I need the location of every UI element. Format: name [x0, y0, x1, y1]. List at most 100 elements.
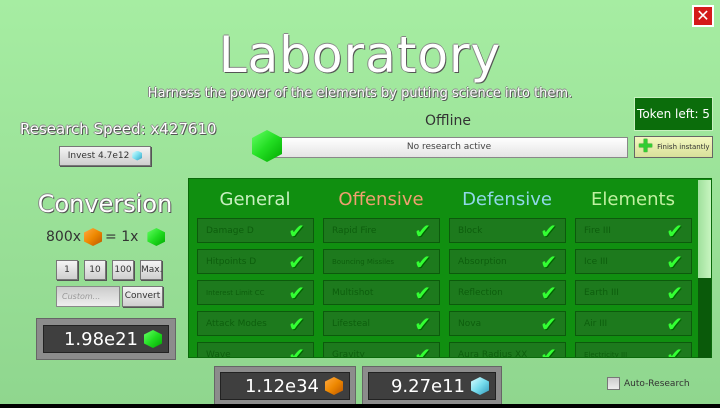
- cyan-balance: 9.27e11: [390, 375, 465, 397]
- research-item[interactable]: Earth III ✔: [575, 280, 692, 305]
- cyan-balance-panel: 9.27e11: [362, 366, 502, 406]
- progress-text: No research active: [406, 142, 492, 152]
- green-balance-panel: 1.98e21: [36, 318, 176, 360]
- research-item-label: Wave: [206, 349, 231, 358]
- conversion-rate: 800x = 1x: [46, 228, 166, 246]
- research-status: Offline: [425, 113, 471, 129]
- rate-to: = 1x: [105, 229, 139, 245]
- green-cube-icon: [144, 330, 162, 348]
- orange-balance: 1.12e34: [244, 375, 319, 397]
- research-item[interactable]: Nova ✔: [449, 311, 566, 336]
- auto-research-checkbox[interactable]: [607, 377, 620, 390]
- research-item-label: Nova: [458, 318, 482, 329]
- research-item-label: Lifesteal: [332, 318, 370, 329]
- finish-instantly-button[interactable]: ✚ Finish instantly: [634, 136, 713, 158]
- research-item-label: Attack Modes: [206, 318, 267, 329]
- research-item[interactable]: Absorption ✔: [449, 249, 566, 274]
- checkmark-icon: ✔: [666, 311, 683, 336]
- crystal-icon: [471, 377, 489, 395]
- checkmark-icon: ✔: [414, 218, 431, 243]
- research-item-label: Aura Radius XX: [458, 349, 528, 358]
- amount-10-button[interactable]: 10: [84, 260, 106, 280]
- orange-cube-icon: [325, 377, 343, 395]
- invest-button[interactable]: Invest 4.7e12: [59, 146, 151, 166]
- checkmark-icon: ✔: [414, 311, 431, 336]
- research-item-label: Air III: [584, 318, 608, 329]
- research-item[interactable]: Aura Radius XX ✔: [449, 342, 566, 358]
- custom-amount-input[interactable]: Custom...: [56, 286, 120, 307]
- amount-1-button[interactable]: 1: [56, 260, 78, 280]
- column-header-defensive: Defensive: [462, 189, 552, 210]
- checkmark-icon: ✔: [288, 218, 305, 243]
- checkmark-icon: ✔: [288, 311, 305, 336]
- green-balance: 1.98e21: [63, 328, 138, 350]
- research-item[interactable]: Ice III ✔: [575, 249, 692, 274]
- auto-research-label: Auto-Research: [624, 378, 690, 389]
- research-item-label: Absorption: [458, 256, 507, 267]
- checkmark-icon: ✔: [540, 280, 557, 305]
- research-item[interactable]: Hitpoints D ✔: [197, 249, 314, 274]
- plus-icon: ✚: [638, 136, 654, 157]
- token-counter: Token left: 5: [634, 97, 713, 131]
- research-grid: General Damage D ✔ Hitpoints D ✔ Interest Lim…: [188, 178, 712, 358]
- column-header-general: General: [219, 189, 291, 210]
- research-item-label: Hitpoints D: [206, 256, 257, 267]
- research-item-label: Fire III: [584, 225, 611, 236]
- research-speed: Research Speed: x427610: [20, 120, 217, 138]
- research-item[interactable]: Attack Modes ✔: [197, 311, 314, 336]
- research-item[interactable]: Lifesteal ✔: [323, 311, 440, 336]
- research-item[interactable]: Gravity ✔: [323, 342, 440, 358]
- research-item[interactable]: Damage D ✔: [197, 218, 314, 243]
- scrollbar-track[interactable]: [698, 278, 711, 358]
- research-item-label: Reflection: [458, 287, 503, 298]
- amount-100-button[interactable]: 100: [112, 260, 134, 280]
- research-item-label: Damage D: [206, 225, 254, 236]
- checkmark-icon: ✔: [666, 280, 683, 305]
- close-button[interactable]: ✕: [692, 5, 714, 27]
- checkmark-icon: ✔: [540, 249, 557, 274]
- research-item-label: Earth III: [584, 287, 619, 298]
- checkmark-icon: ✔: [414, 342, 431, 358]
- checkmark-icon: ✔: [666, 218, 683, 243]
- checkmark-icon: ✔: [666, 249, 683, 274]
- research-item-label: Block: [458, 225, 483, 236]
- research-item[interactable]: Air III ✔: [575, 311, 692, 336]
- checkmark-icon: ✔: [288, 249, 305, 274]
- convert-button[interactable]: Convert: [122, 286, 163, 307]
- crystal-icon: [132, 150, 143, 161]
- amount-max-button[interactable]: Max.: [140, 260, 162, 280]
- research-item-label: Bouncing Missiles: [332, 257, 394, 266]
- column-header-elements: Elements: [591, 189, 675, 210]
- rate-from: 800x: [46, 229, 82, 245]
- bottom-strip: [0, 404, 720, 408]
- research-item[interactable]: Wave ✔: [197, 342, 314, 358]
- invest-label: Invest 4.7e12: [67, 151, 130, 161]
- checkmark-icon: ✔: [666, 342, 683, 358]
- checkmark-icon: ✔: [288, 342, 305, 358]
- research-item[interactable]: Fire III ✔: [575, 218, 692, 243]
- research-item[interactable]: Bouncing Missiles ✔: [323, 249, 440, 274]
- research-item[interactable]: Rapid Fire ✔: [323, 218, 440, 243]
- research-item[interactable]: Block ✔: [449, 218, 566, 243]
- finish-label: Finish instantly: [657, 143, 710, 151]
- research-item[interactable]: Reflection ✔: [449, 280, 566, 305]
- conversion-title: Conversion: [37, 190, 173, 218]
- research-item[interactable]: Electricity III ✔: [575, 342, 692, 358]
- checkmark-icon: ✔: [414, 280, 431, 305]
- scrollbar-thumb[interactable]: [698, 180, 711, 278]
- checkmark-icon: ✔: [288, 280, 305, 305]
- orange-balance-panel: 1.12e34: [214, 366, 356, 406]
- auto-research-toggle[interactable]: Auto-Research: [607, 377, 690, 390]
- column-header-offensive: Offensive: [338, 189, 424, 210]
- orange-cube-icon: [84, 228, 103, 246]
- research-progress-bar: No research active: [270, 137, 628, 158]
- page-title: Laboratory: [218, 26, 502, 84]
- subtitle: Harness the power of the elements by put…: [147, 86, 573, 101]
- checkmark-icon: ✔: [540, 342, 557, 358]
- research-item[interactable]: Multishot ✔: [323, 280, 440, 305]
- research-item[interactable]: Interest Limit CC ✔: [197, 280, 314, 305]
- research-item-label: Interest Limit CC: [206, 288, 265, 297]
- research-item-label: Ice III: [584, 256, 608, 267]
- research-item-label: Rapid Fire: [332, 225, 377, 236]
- checkmark-icon: ✔: [540, 218, 557, 243]
